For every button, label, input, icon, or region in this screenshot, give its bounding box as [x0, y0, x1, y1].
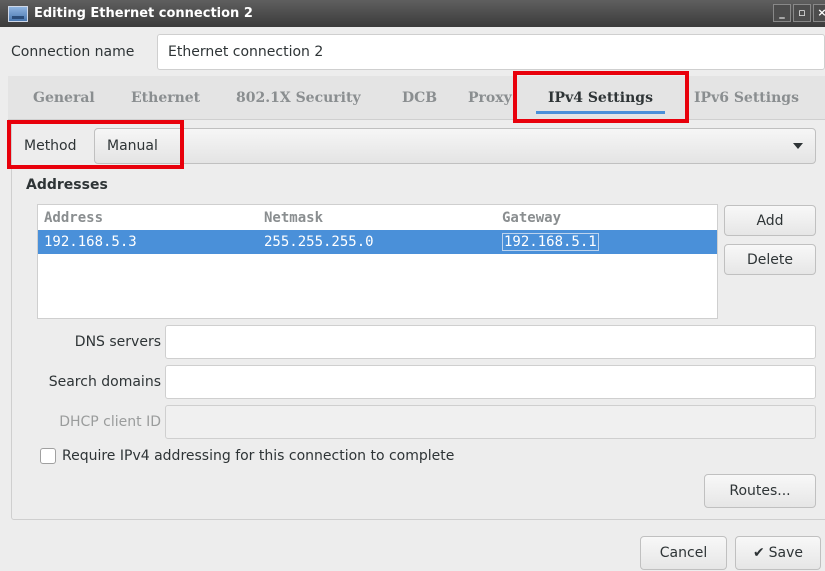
search-domains-row: Search domains	[0, 364, 825, 400]
tab-8021x-security[interactable]: 802.1X Security	[236, 76, 361, 120]
maximize-icon[interactable]: ▫	[793, 4, 811, 22]
window-controls: _ ▫ ×	[773, 4, 825, 22]
save-button[interactable]: ✔ Save	[735, 536, 821, 570]
dns-servers-row: DNS servers	[0, 324, 825, 360]
dhcp-client-id-input	[165, 405, 816, 439]
gateway-cell[interactable]: 192.168.5.1	[502, 233, 599, 251]
tab-bar: General Ethernet 802.1X Security DCB Pro…	[8, 76, 825, 120]
window-title: Editing Ethernet connection 2	[34, 6, 253, 21]
cancel-button[interactable]: Cancel	[640, 536, 727, 570]
minimize-icon[interactable]: _	[773, 4, 791, 22]
network-icon	[8, 5, 28, 22]
method-label: Method	[24, 138, 77, 154]
dhcp-client-id-label: DHCP client ID	[59, 414, 161, 430]
add-button[interactable]: Add	[724, 205, 816, 236]
tab-dcb[interactable]: DCB	[402, 76, 437, 120]
addresses-table-header: Address Netmask Gateway	[38, 205, 717, 230]
checkmark-icon: ✔	[752, 545, 765, 561]
address-cell[interactable]: 192.168.5.3	[44, 234, 137, 250]
column-header-gateway[interactable]: Gateway	[502, 210, 561, 226]
tab-ethernet[interactable]: Ethernet	[131, 76, 200, 120]
tab-general[interactable]: General	[33, 76, 95, 120]
tab-ipv4-settings[interactable]: IPv4 Settings	[536, 76, 665, 120]
connection-name-input[interactable]: Ethernet connection 2	[157, 34, 825, 70]
method-value: Manual	[107, 138, 158, 154]
method-dropdown[interactable]: Manual	[94, 128, 816, 164]
require-ipv4-label: Require IPv4 addressing for this connect…	[62, 448, 455, 464]
connection-name-label: Connection name	[11, 44, 135, 60]
table-row[interactable]: 192.168.5.3 255.255.255.0 192.168.5.1	[38, 230, 717, 254]
method-row: Method Manual	[12, 127, 825, 165]
dns-servers-label: DNS servers	[74, 334, 161, 350]
dns-servers-input[interactable]	[165, 325, 816, 359]
save-label: Save	[768, 545, 804, 561]
tab-ipv6-settings[interactable]: IPv6 Settings	[694, 76, 799, 120]
connection-name-row: Connection name Ethernet connection 2	[0, 32, 825, 72]
require-ipv4-row[interactable]: Require IPv4 addressing for this connect…	[40, 446, 454, 466]
connection-name-value: Ethernet connection 2	[168, 44, 324, 60]
netmask-cell[interactable]: 255.255.255.0	[264, 234, 374, 250]
dhcp-client-id-row: DHCP client ID	[0, 404, 825, 440]
chevron-down-icon	[793, 143, 803, 149]
window-titlebar[interactable]: Editing Ethernet connection 2 _ ▫ ×	[0, 0, 825, 27]
require-ipv4-checkbox[interactable]	[40, 448, 56, 464]
column-header-netmask[interactable]: Netmask	[264, 210, 323, 226]
routes-button[interactable]: Routes...	[704, 474, 816, 508]
tab-proxy[interactable]: Proxy	[468, 76, 518, 120]
addresses-heading: Addresses	[26, 177, 108, 193]
search-domains-label: Search domains	[48, 374, 161, 390]
search-domains-input[interactable]	[165, 365, 816, 399]
delete-button[interactable]: Delete	[724, 244, 816, 275]
addresses-table[interactable]: Address Netmask Gateway 192.168.5.3 255.…	[37, 204, 718, 319]
column-header-address[interactable]: Address	[44, 210, 103, 226]
close-icon[interactable]: ×	[813, 4, 825, 22]
